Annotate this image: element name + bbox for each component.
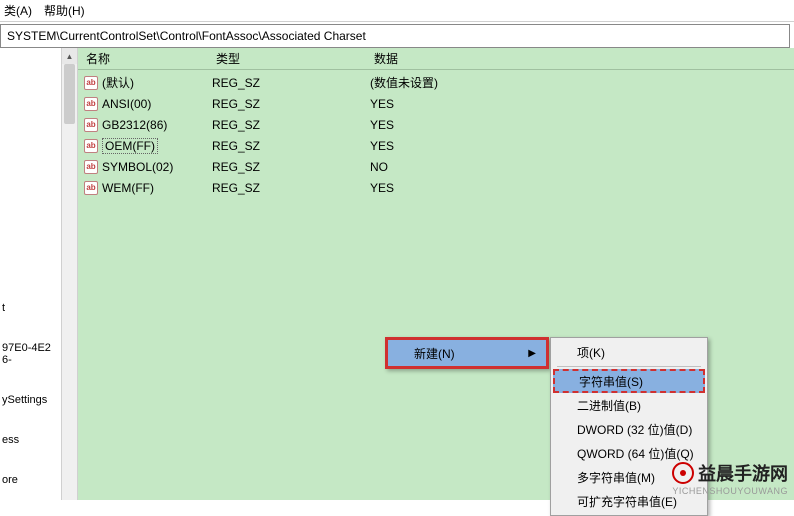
table-row[interactable]: ab SYMBOL(02) REG_SZNO: [78, 156, 794, 177]
menu-item-dword[interactable]: DWORD (32 位)值(D): [553, 417, 705, 441]
watermark-url: YICHENSHOUYOUWANG: [672, 486, 788, 496]
address-path: SYSTEM\CurrentControlSet\Control\FontAss…: [7, 29, 366, 43]
table-row[interactable]: ab GB2312(86) REG_SZYES: [78, 114, 794, 135]
menu-bar: 类(A) 帮助(H): [0, 0, 794, 22]
vertical-scrollbar[interactable]: ▲: [62, 48, 78, 500]
tree-item[interactable]: t: [2, 302, 57, 314]
value-name: ANSI(00): [102, 97, 151, 111]
menu-item-string[interactable]: 字符串值(S): [553, 369, 705, 393]
menu-item-binary[interactable]: 二进制值(B): [553, 393, 705, 417]
value-name: OEM(FF): [102, 138, 158, 154]
scroll-thumb[interactable]: [64, 64, 75, 124]
col-header-type[interactable]: 类型: [208, 50, 366, 67]
string-value-icon: ab: [84, 139, 98, 153]
value-data: YES: [366, 118, 794, 132]
menu-separator: [557, 366, 701, 367]
value-name: WEM(FF): [102, 181, 154, 195]
value-name: SYMBOL(02): [102, 160, 173, 174]
watermark-logo-icon: [672, 462, 694, 484]
menu-item-new[interactable]: 新建(N) ▶: [388, 340, 546, 366]
table-row[interactable]: ab ANSI(00) REG_SZYES: [78, 93, 794, 114]
value-data: YES: [366, 97, 794, 111]
context-menu-primary: 新建(N) ▶: [385, 337, 549, 369]
value-type: REG_SZ: [208, 139, 366, 153]
tree-item[interactable]: 97E0-4E26-: [2, 342, 57, 366]
menu-item-class[interactable]: 类(A): [4, 2, 32, 19]
value-data: NO: [366, 160, 794, 174]
col-header-data[interactable]: 数据: [366, 50, 794, 67]
value-data: YES: [366, 181, 794, 195]
value-rows: ab(默认)REG_SZ(数值未设置)abANSI(00)REG_SZYESab…: [78, 70, 794, 198]
watermark: 益晨手游网 YICHENSHOUYOUWANG: [672, 460, 788, 496]
value-type: REG_SZ: [208, 160, 366, 174]
tree-item[interactable]: ore: [2, 474, 57, 486]
values-panel: 名称 类型 数据 ab(默认)REG_SZ(数值未设置)abANSI(00)RE…: [78, 48, 794, 500]
table-row[interactable]: ab WEM(FF) REG_SZYES: [78, 177, 794, 198]
string-value-icon: ab: [84, 118, 98, 132]
menu-item-key[interactable]: 项(K): [553, 340, 705, 364]
table-row[interactable]: ab OEM(FF) REG_SZYES: [78, 135, 794, 156]
content-area: t 97E0-4E26- ySettings ess ore ▲ 名称 类型 数…: [0, 48, 794, 500]
value-type: REG_SZ: [208, 76, 366, 90]
col-header-name[interactable]: 名称: [78, 50, 208, 67]
column-header: 名称 类型 数据: [78, 48, 794, 70]
menu-label: 新建(N): [414, 345, 455, 362]
address-bar[interactable]: SYSTEM\CurrentControlSet\Control\FontAss…: [0, 24, 790, 48]
menu-item-help[interactable]: 帮助(H): [44, 2, 85, 19]
value-name: GB2312(86): [102, 118, 167, 132]
value-type: REG_SZ: [208, 118, 366, 132]
value-data: (数值未设置): [366, 74, 794, 91]
string-value-icon: ab: [84, 160, 98, 174]
table-row[interactable]: ab (默认) REG_SZ(数值未设置): [78, 72, 794, 93]
value-data: YES: [366, 139, 794, 153]
submenu-arrow-icon: ▶: [528, 348, 536, 359]
value-name: (默认): [102, 74, 134, 91]
scroll-up-icon[interactable]: ▲: [62, 48, 77, 64]
left-tree-fragment: t 97E0-4E26- ySettings ess ore: [0, 48, 62, 500]
watermark-brand: 益晨手游网: [698, 460, 788, 486]
tree-item[interactable]: ySettings: [2, 394, 57, 406]
string-value-icon: ab: [84, 76, 98, 90]
value-type: REG_SZ: [208, 181, 366, 195]
value-type: REG_SZ: [208, 97, 366, 111]
string-value-icon: ab: [84, 97, 98, 111]
tree-item[interactable]: ess: [2, 434, 57, 446]
string-value-icon: ab: [84, 181, 98, 195]
